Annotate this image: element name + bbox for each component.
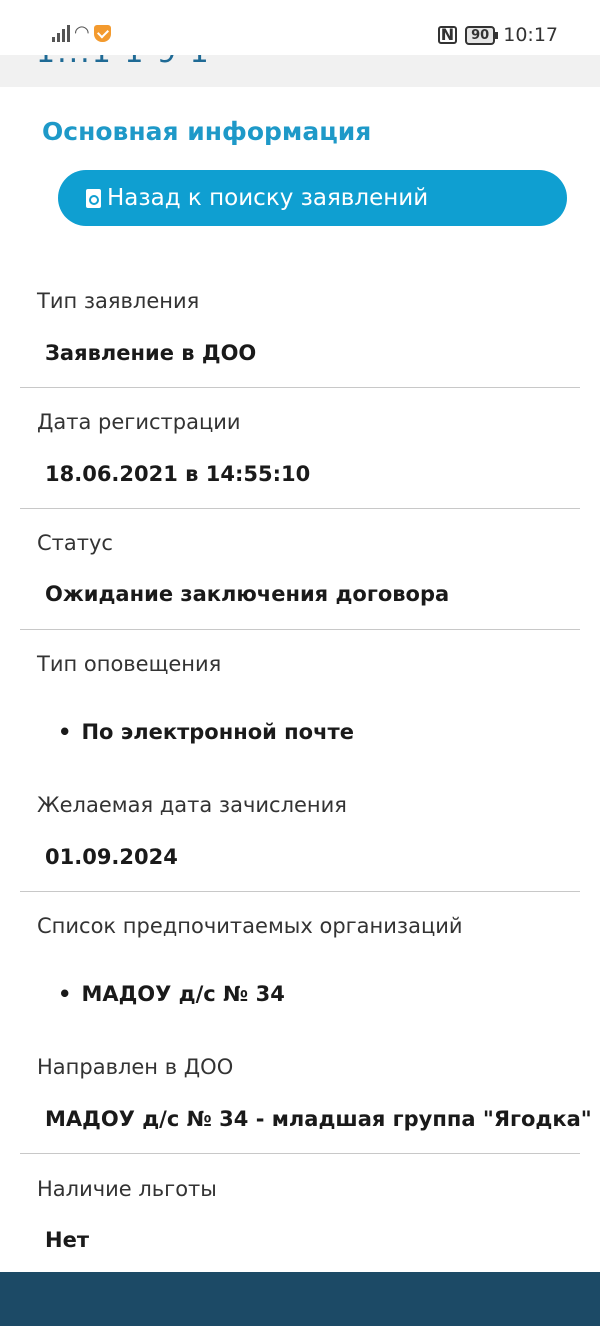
previous-content-text: 1...1 1 9 1 — [36, 55, 211, 70]
battery-icon: 90 — [465, 25, 499, 45]
divider — [20, 629, 580, 630]
field-value-registration-date: 18.06.2021 в 14:55:10 — [45, 462, 311, 486]
back-to-search-button[interactable]: Назад к поиску заявлений — [58, 170, 567, 226]
divider — [20, 891, 580, 892]
signal-icon — [52, 24, 70, 42]
field-label-type: Тип заявления — [37, 289, 200, 313]
clock: 10:17 — [503, 24, 558, 46]
status-bar: ◠ N 90 10:17 — [0, 0, 600, 55]
field-value-assigned-doo: МАДОУ д/с № 34 - младшая группа "Ягодка" — [45, 1107, 592, 1131]
field-label-assigned-doo: Направлен в ДОО — [37, 1055, 234, 1079]
section-title: Основная информация — [42, 117, 372, 146]
status-icons-left: ◠ — [52, 24, 111, 42]
field-label-benefit: Наличие льготы — [37, 1177, 217, 1201]
divider — [20, 387, 580, 388]
field-value-desired-date: 01.09.2024 — [45, 845, 178, 869]
field-label-desired-date: Желаемая дата зачисления — [37, 793, 347, 817]
field-label-registration-date: Дата регистрации — [37, 410, 241, 434]
list-item-notification: По электронной почте — [58, 720, 354, 744]
nfc-icon: N — [437, 26, 458, 44]
wifi-icon: ◠ — [74, 22, 90, 43]
field-label-status: Статус — [37, 531, 113, 555]
divider — [20, 1153, 580, 1154]
divider — [20, 508, 580, 509]
field-label-notification-type: Тип оповещения — [37, 652, 222, 676]
footer-bar — [0, 1272, 600, 1326]
status-icons-right: N 90 10:17 — [437, 24, 558, 46]
field-value-type: Заявление в ДОО — [45, 341, 257, 365]
field-label-preferred-orgs: Список предпочитаемых организаций — [37, 914, 463, 938]
list-item-preferred-org: МАДОУ д/с № 34 — [58, 982, 284, 1006]
field-value-benefit: Нет — [45, 1228, 89, 1252]
back-to-search-label: Назад к поиску заявлений — [107, 185, 429, 211]
security-shield-icon — [93, 25, 111, 42]
field-value-status: Ожидание заключения договора — [45, 582, 450, 606]
document-search-icon — [86, 188, 101, 208]
previous-content-strip: 1...1 1 9 1 — [0, 55, 600, 87]
